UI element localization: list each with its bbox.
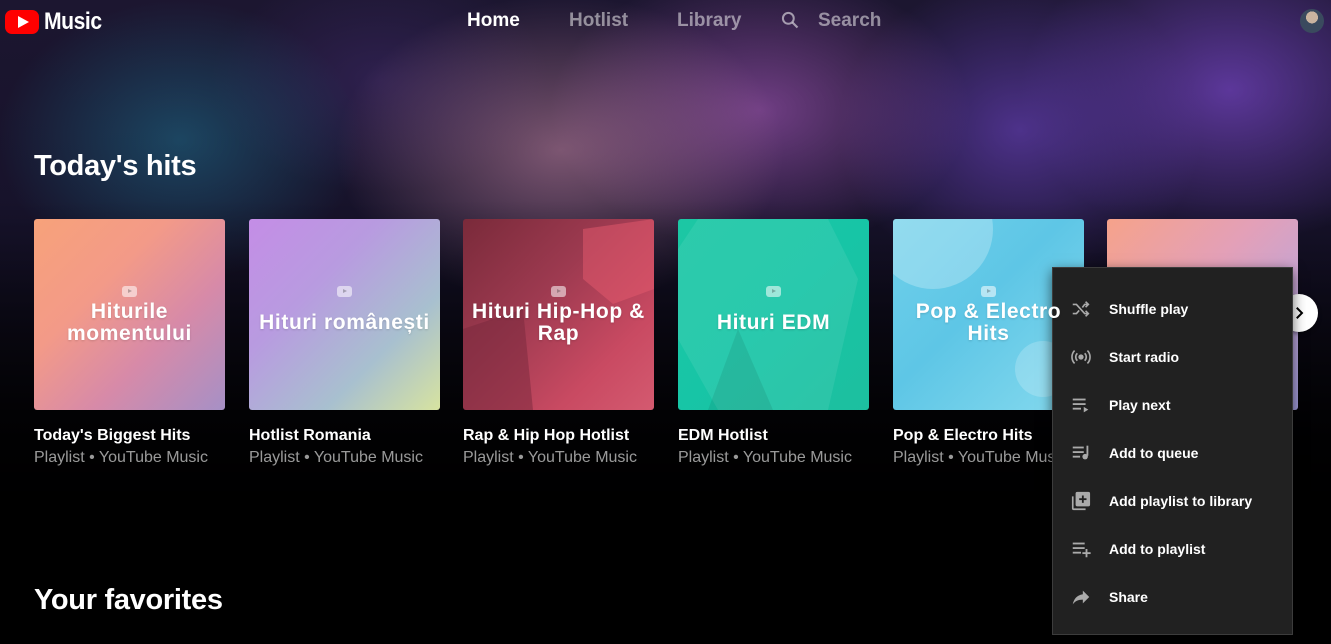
playlist-subtitle: Playlist • YouTube Music	[34, 449, 208, 466]
menu-item-add-playlist-to-library[interactable]: Add playlist to library	[1053, 477, 1292, 525]
playlist-subtitle: Playlist • YouTube Music	[463, 449, 637, 466]
section-title-your-favorites: Your favorites	[34, 584, 223, 616]
thumbnail-title: Hituri românești	[259, 310, 430, 334]
play-next-icon	[1053, 394, 1109, 416]
playlist-thumbnail[interactable]: Hituri EDM	[678, 219, 869, 410]
youtube-mini-icon	[122, 286, 137, 297]
youtube-mini-icon	[981, 286, 996, 297]
avatar[interactable]	[1300, 9, 1324, 33]
playlist-add-icon	[1053, 538, 1109, 560]
playlist-subtitle: Playlist • YouTube Music	[678, 449, 852, 466]
context-menu: Shuffle play Start radio Play next Add t…	[1052, 267, 1293, 635]
playlist-thumbnail[interactable]: Hiturile momentului	[34, 219, 225, 410]
search-input[interactable]: Search	[818, 10, 881, 32]
youtube-mini-icon	[766, 286, 781, 297]
thumbnail-title: Hituri Hip-Hop & Rap	[472, 299, 645, 345]
share-icon	[1053, 586, 1109, 608]
radio-icon	[1053, 346, 1109, 368]
playlist-name[interactable]: EDM Hotlist	[678, 427, 869, 445]
playlist-name[interactable]: Rap & Hip Hop Hotlist	[463, 427, 654, 445]
menu-item-share[interactable]: Share	[1053, 573, 1292, 621]
playlist-name[interactable]: Today's Biggest Hits	[34, 427, 225, 445]
section-title-todays-hits: Today's hits	[34, 150, 197, 182]
youtube-play-icon	[5, 10, 39, 34]
menu-item-play-next[interactable]: Play next	[1053, 381, 1292, 429]
youtube-mini-icon	[551, 286, 566, 297]
logo-text: Music	[44, 8, 102, 35]
search-icon[interactable]	[780, 10, 800, 30]
nav-hotlist[interactable]: Hotlist	[569, 10, 628, 32]
top-bar: Music Home Hotlist Library Search	[0, 0, 1331, 44]
playlist-thumbnail[interactable]: Hituri Hip-Hop & Rap	[463, 219, 654, 410]
library-add-icon	[1053, 490, 1109, 512]
menu-item-shuffle-play[interactable]: Shuffle play	[1053, 285, 1292, 333]
thumbnail-title: Hiturile momentului	[67, 299, 192, 345]
nav-library[interactable]: Library	[677, 10, 741, 32]
thumbnail-title: Pop & Electro Hits	[915, 299, 1062, 345]
playlist-thumbnail[interactable]: Hituri românești	[249, 219, 440, 410]
menu-item-add-to-queue[interactable]: Add to queue	[1053, 429, 1292, 477]
playlist-card[interactable]: Hituri EDM EDM Hotlist Playlist • YouTub…	[678, 219, 869, 467]
thumbnail-title: Hituri EDM	[716, 310, 831, 334]
youtube-music-logo[interactable]: Music	[5, 8, 110, 36]
nav-home[interactable]: Home	[467, 10, 520, 32]
playlist-name[interactable]: Hotlist Romania	[249, 427, 440, 445]
playlist-card[interactable]: Hituri românești Hotlist Romania Playlis…	[249, 219, 440, 467]
playlist-subtitle: Playlist • YouTube Music	[249, 449, 423, 466]
queue-icon	[1053, 442, 1109, 464]
playlist-card[interactable]: Hiturile momentului Today's Biggest Hits…	[34, 219, 225, 467]
youtube-mini-icon	[337, 286, 352, 297]
playlist-card[interactable]: Hituri Hip-Hop & Rap Rap & Hip Hop Hotli…	[463, 219, 654, 467]
menu-item-add-to-playlist[interactable]: Add to playlist	[1053, 525, 1292, 573]
menu-item-start-radio[interactable]: Start radio	[1053, 333, 1292, 381]
